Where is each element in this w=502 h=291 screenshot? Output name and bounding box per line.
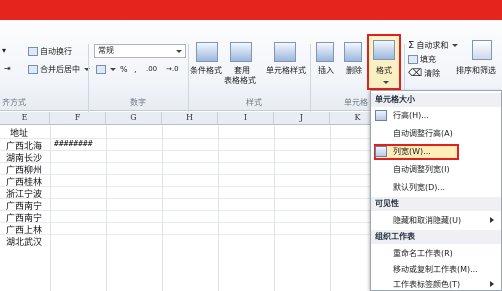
- number-format-value: 常规: [98, 46, 114, 55]
- format-cells-icon: [373, 40, 395, 60]
- wrap-text-label: 自动换行: [40, 47, 72, 56]
- clear-button[interactable]: ⌫ 清除: [408, 68, 440, 79]
- conditional-format-button[interactable]: 条件格式: [190, 65, 222, 76]
- wrap-text-button[interactable]: 自动换行: [28, 46, 72, 57]
- row-height-icon: [375, 110, 387, 121]
- column-header-j[interactable]: J: [274, 112, 330, 125]
- merge-center-button[interactable]: 合并后居中: [28, 64, 90, 75]
- delete-cells-icon[interactable]: [344, 42, 362, 62]
- fill-icon: [408, 55, 418, 64]
- fill-label: 填充: [420, 55, 436, 64]
- cell-styles-button[interactable]: 单元格样式: [266, 65, 306, 76]
- eraser-icon: ⌫: [408, 68, 423, 79]
- chevron-down-icon: [381, 77, 389, 86]
- chevron-down-icon: [84, 68, 90, 71]
- table-cell[interactable]: 湖北武汉: [6, 235, 42, 248]
- group-label-number: 数字: [130, 98, 146, 107]
- chevron-down-icon: [176, 50, 182, 53]
- chevron-right-icon: [490, 281, 494, 287]
- insert-button[interactable]: 插入: [318, 65, 334, 76]
- chevron-right-icon: [490, 217, 494, 223]
- menu-item-move-copy-sheet[interactable]: 移动或复制工作表(M)...: [393, 262, 501, 277]
- title-bar: [0, 0, 502, 20]
- menu-item-row-height[interactable]: 行高(H)...: [393, 108, 501, 123]
- menu-item-default-width[interactable]: 默认列宽(D)...: [393, 180, 501, 195]
- sigma-icon: Σ: [408, 40, 415, 51]
- table-cell[interactable]: 地址: [10, 126, 28, 139]
- menu-item-hide-unhide[interactable]: 隐藏和取消隐藏(U): [393, 213, 501, 228]
- percent-button[interactable]: %: [120, 65, 128, 74]
- overflow-cell[interactable]: ########: [54, 139, 93, 148]
- menu-item-autofit-column[interactable]: 自动调整列宽(I): [393, 162, 501, 177]
- cell-styles-icon[interactable]: [274, 42, 296, 62]
- format-button-label: 格式: [376, 66, 392, 75]
- delete-button[interactable]: 删除: [346, 65, 362, 76]
- format-dropdown-menu: 单元格大小 行高(H)... 自动调整行高(A) 列宽(W)... 自动调整列宽…: [370, 90, 502, 291]
- indent-button[interactable]: ⇥: [4, 64, 11, 73]
- comma-button[interactable]: ,: [134, 65, 137, 74]
- conditional-format-icon[interactable]: [196, 42, 218, 62]
- group-label-alignment: 齐方式: [2, 98, 26, 107]
- currency-icon: [96, 65, 106, 74]
- column-header-f[interactable]: F: [50, 112, 106, 125]
- menu-section-organize: 组织工作表: [371, 230, 501, 244]
- group-label-styles: 样式: [246, 98, 262, 107]
- sort-filter-button[interactable]: 排序和筛选: [456, 65, 496, 76]
- menu-item-column-width[interactable]: 列宽(W)...: [393, 144, 501, 159]
- number-format-select[interactable]: 常规: [94, 44, 186, 58]
- clear-label: 清除: [424, 69, 441, 78]
- sort-filter-icon[interactable]: [472, 40, 492, 60]
- increase-decimal-button[interactable]: .00: [146, 65, 157, 73]
- autosum-label: 自动求和: [416, 41, 449, 50]
- column-header-e[interactable]: E: [0, 112, 50, 125]
- fill-button[interactable]: 填充: [408, 54, 436, 65]
- group-label-cells: 单元格: [344, 98, 368, 107]
- column-header-i[interactable]: I: [218, 112, 274, 125]
- menu-section-visibility: 可见性: [371, 197, 501, 211]
- table-format-icon[interactable]: [230, 42, 252, 62]
- merge-center-icon: [28, 65, 38, 74]
- menu-item-tab-color[interactable]: 工作表标签颜色(T): [393, 277, 501, 291]
- autosum-button[interactable]: Σ 自动求和: [408, 40, 459, 51]
- insert-cells-icon[interactable]: [316, 42, 334, 62]
- column-header-h[interactable]: H: [162, 112, 218, 125]
- column-header-g[interactable]: G: [106, 112, 162, 125]
- menu-section-cell-size: 单元格大小: [371, 93, 501, 107]
- menu-item-autofit-row[interactable]: 自动调整行高(A): [393, 126, 501, 141]
- align-right-fragment[interactable]: ▾: [2, 46, 6, 55]
- accounting-format-button[interactable]: [96, 65, 116, 74]
- column-width-icon: [375, 146, 387, 157]
- table-format-button-line2[interactable]: 表格格式: [224, 75, 256, 86]
- wrap-text-icon: [28, 47, 38, 56]
- merge-center-label: 合并后居中: [40, 65, 80, 74]
- decrease-decimal-button[interactable]: →.0: [166, 65, 179, 73]
- menu-item-rename-sheet[interactable]: 重命名工作表(R): [393, 246, 501, 261]
